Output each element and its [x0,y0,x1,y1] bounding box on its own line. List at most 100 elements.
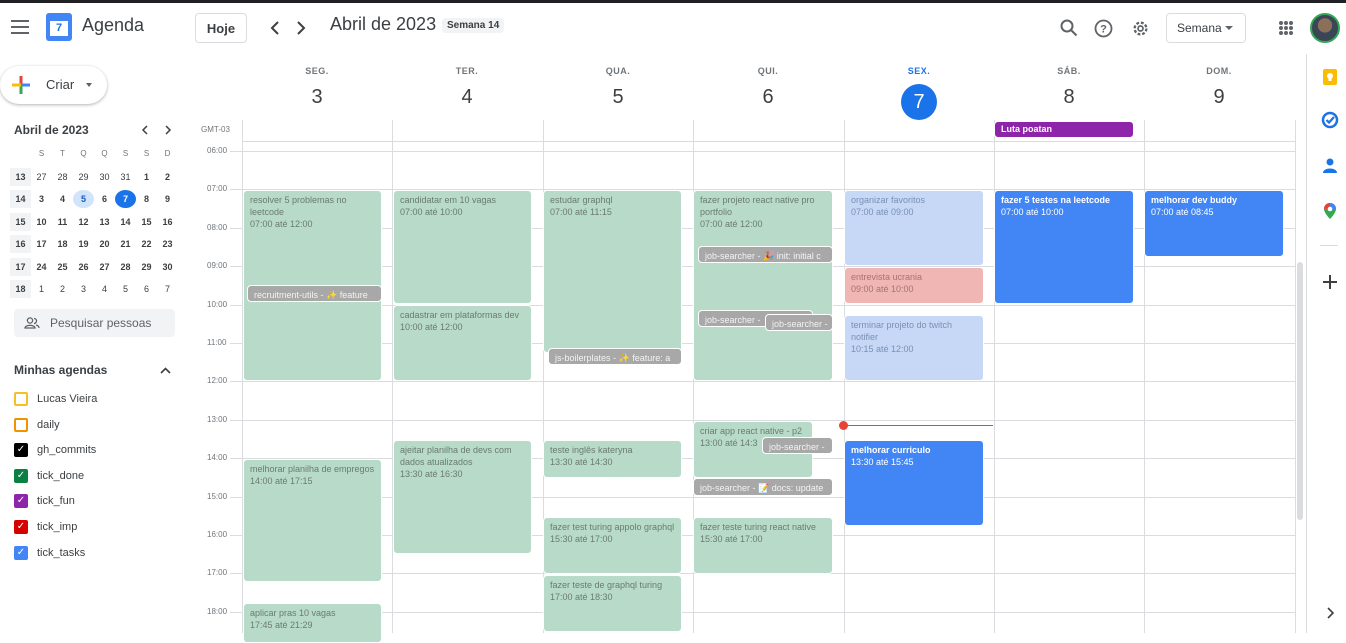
mini-day[interactable]: 21 [115,235,136,253]
mini-day[interactable]: 2 [52,280,73,298]
day-header[interactable]: SEG. 3 [242,66,392,114]
main-menu-button[interactable] [2,9,38,45]
mini-day[interactable]: 29 [73,168,94,186]
day-number[interactable]: 9 [1213,86,1224,108]
mini-week-number[interactable]: 14 [10,190,31,209]
calendar-item[interactable]: ✓ tick_fun [14,491,75,511]
mini-day[interactable]: 3 [73,280,94,298]
mini-day[interactable]: 3 [31,190,52,208]
search-button[interactable] [1051,10,1087,46]
apps-icon[interactable] [1279,21,1293,35]
calendar-checkbox[interactable] [14,418,28,432]
calendar-item[interactable]: ✓ gh_commits [14,440,96,460]
calendar-event[interactable]: melhorar dev buddy 07:00 até 08:45 [1144,190,1284,257]
calendar-item[interactable]: ✓ tick_imp [14,517,77,537]
mini-day[interactable]: 11 [52,213,73,231]
chevron-right-icon[interactable] [1321,604,1339,622]
mini-day[interactable]: 12 [73,213,94,231]
mini-day[interactable]: 9 [157,190,178,208]
mini-week-number[interactable]: 17 [10,257,31,276]
day-number[interactable]: 7 [901,84,937,120]
search-people-input[interactable]: Pesquisar pessoas [14,309,175,337]
mini-day[interactable]: 17 [31,235,52,253]
day-number[interactable]: 8 [1063,86,1074,108]
mini-day[interactable]: 5 [73,190,94,209]
mini-day[interactable]: 25 [52,258,73,276]
mini-day[interactable]: 5 [115,280,136,298]
calendar-event[interactable]: entrevista ucrania 09:00 até 10:00 [844,267,984,304]
mini-day[interactable]: 16 [157,213,178,231]
mini-day[interactable]: 31 [115,168,136,186]
day-header[interactable]: SÁB. 8 [994,66,1144,114]
calendar-item[interactable]: ✓ tick_tasks [14,543,85,563]
contacts-icon[interactable] [1321,157,1339,175]
mini-day[interactable]: 8 [136,190,157,208]
mini-day[interactable]: 30 [94,168,115,186]
calendar-event[interactable]: cadastrar em plataformas dev 10:00 até 12… [393,305,532,381]
create-button[interactable]: Criar [0,66,107,104]
keep-icon[interactable] [1321,68,1339,86]
calendar-event[interactable]: fazer 5 testes na leetcode 07:00 até 10:0… [994,190,1134,304]
maps-icon[interactable] [1321,202,1339,220]
calendar-event[interactable]: melhorar curriculo 13:30 até 15:45 [844,440,984,526]
day-number[interactable]: 6 [762,86,773,108]
calendar-event[interactable]: teste inglês kateryna 13:30 até 14:30 [543,440,682,478]
mini-day[interactable]: 26 [73,258,94,276]
calendar-event[interactable]: organizar favoritos 07:00 até 09:00 [844,190,984,266]
calendar-event[interactable]: candidatar em 10 vagas 07:00 até 10:00 [393,190,532,304]
view-selector[interactable]: Semana [1166,13,1246,43]
mini-day[interactable]: 28 [115,258,136,276]
calendar-checkbox[interactable]: ✓ [14,520,28,534]
commit-event[interactable]: job-searcher - 📝 docs: update [693,478,833,496]
avatar[interactable] [1310,13,1340,43]
tasks-icon[interactable] [1321,111,1339,129]
mini-day[interactable]: 10 [31,213,52,231]
add-icon[interactable] [1321,273,1339,291]
mini-day[interactable]: 6 [136,280,157,298]
day-header[interactable]: SEX. 7 [844,66,994,120]
mini-day[interactable]: 7 [157,280,178,298]
mini-day[interactable]: 27 [31,168,52,186]
mini-week-number[interactable]: 15 [10,212,31,231]
next-week-button[interactable] [283,10,319,46]
allday-event[interactable]: Luta poatan [994,121,1134,138]
day-number[interactable]: 4 [461,86,472,108]
mini-day[interactable]: 7 [115,190,136,209]
calendar-event[interactable]: fazer teste de graphql turing 17:00 até 1… [543,575,682,632]
calendar-event[interactable]: melhorar planilha de empregos 14:00 até 1… [243,459,382,582]
commit-event[interactable]: job-searcher - 🎉 init: initial c [698,246,833,263]
mini-day[interactable]: 28 [52,168,73,186]
commit-event[interactable]: recruitment-utils - ✨ feature [247,285,382,302]
settings-button[interactable] [1122,10,1158,46]
calendar-item[interactable]: daily [14,415,60,435]
day-header[interactable]: QUA. 5 [543,66,693,114]
day-header[interactable]: TER. 4 [392,66,542,114]
day-header[interactable]: DOM. 9 [1144,66,1294,114]
today-button[interactable]: Hoje [195,13,247,43]
mini-day[interactable]: 2 [157,168,178,186]
calendar-checkbox[interactable]: ✓ [14,469,28,483]
day-header[interactable]: QUI. 6 [693,66,843,114]
mini-day[interactable]: 27 [94,258,115,276]
mini-day[interactable]: 4 [94,280,115,298]
day-number[interactable]: 5 [612,86,623,108]
mini-day[interactable]: 22 [136,235,157,253]
calendar-event[interactable]: fazer teste turing react native 15:30 até… [693,517,833,574]
mini-day[interactable]: 1 [136,168,157,186]
mini-day[interactable]: 15 [136,213,157,231]
mini-day[interactable]: 1 [31,280,52,298]
calendar-item[interactable]: Lucas Vieira [14,389,97,409]
mini-day[interactable]: 13 [94,213,115,231]
mini-week-number[interactable]: 16 [10,235,31,254]
mini-week-number[interactable]: 18 [10,280,31,299]
grid-scrollbar[interactable] [1297,262,1303,520]
mini-day[interactable]: 30 [157,258,178,276]
mini-day[interactable]: 4 [52,190,73,208]
commit-event[interactable]: job-searcher - [765,314,833,331]
commit-event[interactable]: js-boilerplates - ✨ feature: a [548,348,682,365]
calendar-event[interactable]: ajeitar planilha de devs com dados atual… [393,440,532,554]
mini-prev-button[interactable] [132,118,156,142]
calendar-checkbox[interactable] [14,392,28,406]
mini-day[interactable]: 23 [157,235,178,253]
day-number[interactable]: 3 [311,86,322,108]
